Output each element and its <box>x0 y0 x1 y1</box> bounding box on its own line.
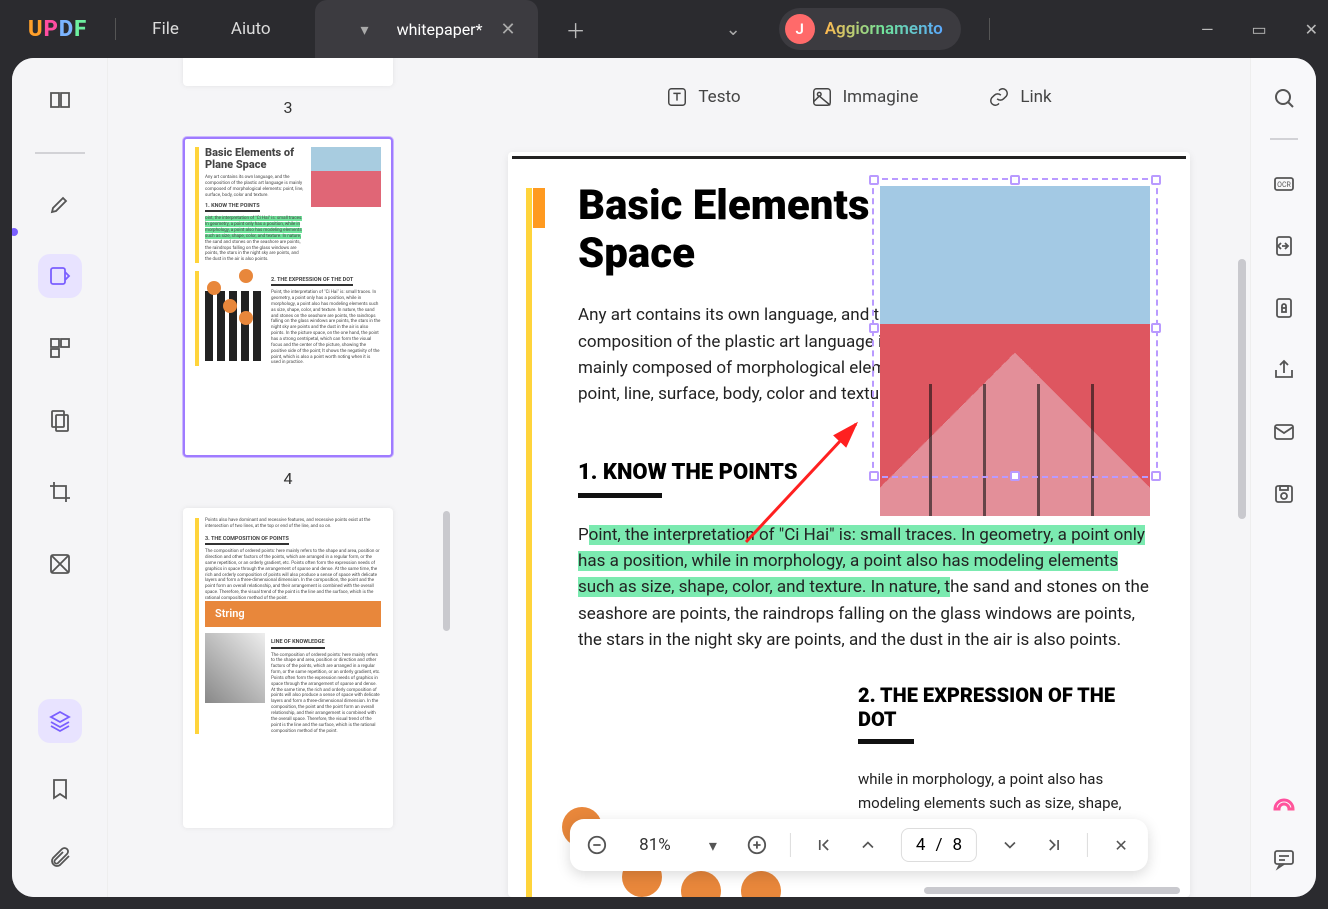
thumbnails-panel: 3 Basic Elements of Plane Space Any art … <box>108 58 468 897</box>
next-page-icon[interactable] <box>999 834 1021 856</box>
ocr-icon[interactable]: OCR <box>1266 166 1302 202</box>
user-update-chip[interactable]: J Aggiornamento <box>779 8 961 50</box>
menu-file[interactable]: File <box>126 19 205 39</box>
total-pages: 8 <box>953 835 963 855</box>
edit-toolbar: Testo Immagine Link <box>468 72 1250 122</box>
attachment-icon[interactable] <box>38 835 82 879</box>
tool-link[interactable]: Link <box>988 86 1051 108</box>
zoom-out-icon[interactable] <box>586 834 608 856</box>
thumbnail-page-4[interactable]: Basic Elements of Plane Space Any art co… <box>183 137 393 457</box>
thumbnail-label: 4 <box>284 469 293 488</box>
thumbnail-title: Basic Elements of Plane Space <box>205 147 305 171</box>
thumbnail-sec2: 2. THE EXPRESSION OF THE DOT <box>271 277 353 286</box>
last-page-icon[interactable] <box>1043 834 1065 856</box>
thumbnail-page-5[interactable]: Points also have dominant and recessive … <box>183 508 393 828</box>
active-indicator <box>12 228 18 236</box>
prev-page-icon[interactable] <box>857 834 879 856</box>
tab-dropdown-icon[interactable]: ▾ <box>351 12 379 47</box>
tool-text[interactable]: Testo <box>666 86 740 108</box>
heading-underline <box>578 493 662 498</box>
separator <box>790 833 791 857</box>
zoom-value: 81% <box>630 835 680 855</box>
layers-icon[interactable] <box>38 699 82 743</box>
hero-image[interactable] <box>880 186 1150 516</box>
protect-icon[interactable] <box>1266 290 1302 326</box>
tool-text-label: Testo <box>698 87 740 107</box>
window-minimize-icon[interactable]: — <box>1201 20 1214 39</box>
thumbnail-page-3[interactable] <box>183 58 393 86</box>
left-sidebar <box>12 58 108 897</box>
heading-underline <box>858 739 914 744</box>
edit-tool-icon[interactable] <box>38 254 82 298</box>
right-sidebar: OCR <box>1250 58 1316 897</box>
page-sep: / <box>935 835 942 855</box>
first-page-icon[interactable] <box>813 834 835 856</box>
crop-tool-icon[interactable] <box>38 470 82 514</box>
convert-icon[interactable] <box>1266 228 1302 264</box>
close-nav-icon[interactable]: ✕ <box>1110 834 1132 856</box>
avatar: J <box>785 14 815 44</box>
app-body: 3 Basic Elements of Plane Space Any art … <box>12 58 1316 897</box>
redact-tool-icon[interactable] <box>38 542 82 586</box>
tab-document[interactable]: ▾ whitepaper* ✕ <box>315 0 538 59</box>
menu-help[interactable]: Aiuto <box>205 19 297 39</box>
reader-mode-icon[interactable] <box>38 78 82 122</box>
close-icon[interactable]: ✕ <box>501 19 516 40</box>
annotation-tool-icon[interactable] <box>38 182 82 226</box>
share-icon[interactable] <box>1266 352 1302 388</box>
horizontal-scrollbar[interactable] <box>468 885 1182 895</box>
scrollbar[interactable] <box>1238 259 1246 519</box>
zoom-in-icon[interactable] <box>746 834 768 856</box>
window-close-icon[interactable]: ✕ <box>1305 20 1318 39</box>
title-accent <box>533 188 545 228</box>
update-label: Aggiornamento <box>825 19 943 39</box>
thumbnail-sec1: 1. KNOW THE POINTS <box>205 203 260 212</box>
comment-icon[interactable] <box>1266 841 1302 877</box>
zoom-dropdown-icon[interactable]: ▾ <box>702 834 724 856</box>
search-icon[interactable] <box>1266 80 1302 116</box>
tool-image-label: Immagine <box>843 87 919 107</box>
tool-link-label: Link <box>1020 87 1051 107</box>
tab-bar: ▾ whitepaper* ✕ ＋ ⌄ <box>315 0 741 59</box>
app-logo: UPDF <box>28 17 87 42</box>
resize-handle[interactable] <box>1151 175 1161 185</box>
tool-image[interactable]: Immagine <box>811 86 919 108</box>
save-icon[interactable] <box>1266 476 1302 512</box>
separator <box>35 144 85 154</box>
separator <box>989 18 990 40</box>
thumbnail-label: 3 <box>284 98 293 117</box>
new-tab-button[interactable]: ＋ <box>566 15 586 44</box>
email-icon[interactable] <box>1266 414 1302 450</box>
separator <box>115 18 116 40</box>
section-1-paragraph: Point, the interpretation of "Ci Hai" is… <box>578 522 1150 654</box>
bottom-nav-bar: 81% ▾ 4 / 8 ✕ <box>570 819 1148 871</box>
organize-pages-icon[interactable] <box>38 326 82 370</box>
svg-text:OCR: OCR <box>1277 181 1291 189</box>
thumbnail-sec4: LINE OF KNOWLEDGE <box>271 639 325 648</box>
resize-handle[interactable] <box>1151 471 1161 481</box>
document-area: Testo Immagine Link Basic Elements of Pl… <box>468 58 1250 897</box>
resize-handle[interactable] <box>1151 323 1161 333</box>
bookmark-icon[interactable] <box>38 767 82 811</box>
thumbnail-tag: String <box>205 601 381 627</box>
window-maximize-icon[interactable]: ▭ <box>1251 20 1266 39</box>
tab-label: whitepaper* <box>397 20 483 39</box>
current-page: 4 <box>916 835 926 855</box>
ai-assistant-icon[interactable] <box>1272 797 1296 821</box>
separator <box>1087 833 1088 857</box>
page-canvas[interactable]: Basic Elements of Plane Space Any art co… <box>508 152 1190 897</box>
page-input[interactable]: 4 / 8 <box>901 828 977 862</box>
thumbnail-sec3: 3. THE COMPOSITION OF POINTS <box>205 536 289 545</box>
titlebar: UPDF File Aiuto ▾ whitepaper* ✕ ＋ ⌄ J Ag… <box>0 0 1328 58</box>
section-2-heading: 2. THE EXPRESSION OF THE DOT <box>858 683 1150 731</box>
page-accent-strip <box>526 188 532 897</box>
forms-tool-icon[interactable] <box>38 398 82 442</box>
intro-paragraph: Any art contains its own language, and t… <box>578 302 928 407</box>
tabs-overflow-icon[interactable]: ⌄ <box>726 19 741 40</box>
scrollbar[interactable] <box>443 511 450 631</box>
separator <box>1270 132 1298 140</box>
